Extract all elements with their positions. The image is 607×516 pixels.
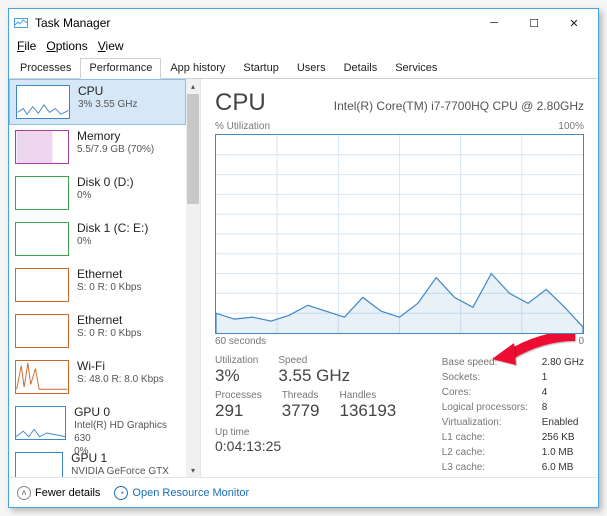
- cpu-model: Intel(R) Core(TM) i7-7700HQ CPU @ 2.80GH…: [334, 99, 584, 113]
- memory-thumb-icon: [15, 130, 69, 164]
- tab-performance[interactable]: Performance: [80, 58, 161, 79]
- app-icon: [13, 15, 29, 31]
- tab-services[interactable]: Services: [386, 58, 446, 79]
- wifi-thumb-icon: [15, 360, 69, 394]
- stat-threads: 3779: [282, 401, 320, 421]
- spec-l2: 1.0 MB: [542, 445, 574, 460]
- window-controls: ─ ☐ ✕: [474, 9, 594, 37]
- gpu-thumb-icon: [15, 406, 66, 440]
- task-manager-window: Task Manager ─ ☐ ✕ File Options View Pro…: [8, 8, 599, 508]
- sidebar-scrollbar[interactable]: ▴ ▾: [186, 79, 200, 477]
- sidebar-item-gpu0[interactable]: GPU 0Intel(R) HD Graphics 6300%: [9, 401, 186, 447]
- spec-cores: 4: [542, 385, 548, 400]
- spec-l3: 6.0 MB: [542, 460, 574, 475]
- tab-users[interactable]: Users: [288, 58, 335, 79]
- stat-processes: 291: [215, 401, 262, 421]
- sidebar-item-memory[interactable]: Memory5.5/7.9 GB (70%): [9, 125, 186, 171]
- chart-xlabel: 60 seconds: [215, 336, 266, 347]
- tab-startup[interactable]: Startup: [234, 58, 287, 79]
- main-panel: CPU Intel(R) Core(TM) i7-7700HQ CPU @ 2.…: [201, 79, 598, 477]
- page-title: CPU: [215, 89, 266, 117]
- spec-virtualization: Enabled: [542, 415, 579, 430]
- scroll-thumb[interactable]: [187, 94, 199, 204]
- window-title: Task Manager: [35, 16, 110, 30]
- chart-xmin: 0: [578, 336, 584, 347]
- sidebar-item-wifi[interactable]: Wi-FiS: 48.0 R: 8.0 Kbps: [9, 355, 186, 401]
- cpu-thumb-icon: [16, 85, 70, 119]
- tab-processes[interactable]: Processes: [11, 58, 80, 79]
- scroll-down-icon[interactable]: ▾: [186, 463, 200, 477]
- stat-handles: 136193: [340, 401, 397, 421]
- titlebar[interactable]: Task Manager ─ ☐ ✕: [9, 9, 598, 37]
- tab-apphistory[interactable]: App history: [161, 58, 234, 79]
- tabs: Processes Performance App history Startu…: [9, 57, 598, 79]
- sidebar-item-ethernet1[interactable]: EthernetS: 0 R: 0 Kbps: [9, 309, 186, 355]
- stat-uptime: 0:04:13:25: [215, 438, 396, 454]
- spec-l1: 256 KB: [542, 430, 575, 445]
- sidebar-item-ethernet0[interactable]: EthernetS: 0 R: 0 Kbps: [9, 263, 186, 309]
- stat-utilization: 3%: [215, 366, 258, 386]
- fewer-details-button[interactable]: ˄Fewer details: [17, 486, 100, 500]
- chevron-up-icon: ˄: [17, 486, 31, 500]
- open-resource-monitor-link[interactable]: ◔Open Resource Monitor: [114, 486, 249, 500]
- tab-details[interactable]: Details: [335, 58, 387, 79]
- disk-thumb-icon: [15, 222, 69, 256]
- scroll-up-icon[interactable]: ▴: [186, 79, 200, 93]
- menubar: File Options View: [9, 37, 598, 57]
- footer: ˄Fewer details ◔Open Resource Monitor: [9, 477, 598, 507]
- sidebar-item-disk1[interactable]: Disk 1 (C: E:)0%: [9, 217, 186, 263]
- sidebar: CPU3% 3.55 GHz Memory5.5/7.9 GB (70%) Di…: [9, 79, 201, 477]
- chart-ymax: 100%: [558, 121, 584, 132]
- close-button[interactable]: ✕: [554, 9, 594, 37]
- spec-logical-processors: 8: [542, 400, 548, 415]
- chart-ylabel: % Utilization: [215, 121, 270, 132]
- sidebar-item-cpu[interactable]: CPU3% 3.55 GHz: [9, 79, 186, 125]
- menu-options[interactable]: Options: [42, 37, 91, 57]
- menu-file[interactable]: File: [13, 37, 40, 57]
- content: CPU3% 3.55 GHz Memory5.5/7.9 GB (70%) Di…: [9, 79, 598, 477]
- sidebar-item-gpu1[interactable]: GPU 1NVIDIA GeForce GTX 10500%: [9, 447, 186, 477]
- sidebar-item-disk0[interactable]: Disk 0 (D:)0%: [9, 171, 186, 217]
- disk-thumb-icon: [15, 176, 69, 210]
- spec-base-speed: 2.80 GHz: [542, 355, 584, 370]
- ethernet-thumb-icon: [15, 268, 69, 302]
- menu-view[interactable]: View: [94, 37, 128, 57]
- maximize-button[interactable]: ☐: [514, 9, 554, 37]
- gpu-thumb-icon: [15, 452, 63, 477]
- spec-sockets: 1: [542, 370, 548, 385]
- stat-speed: 3.55 GHz: [278, 366, 350, 386]
- minimize-button[interactable]: ─: [474, 9, 514, 37]
- resource-monitor-icon: ◔: [114, 486, 128, 500]
- stats: Utilization3% Speed3.55 GHz Processes291…: [215, 355, 584, 475]
- cpu-chart[interactable]: [215, 134, 584, 334]
- ethernet-thumb-icon: [15, 314, 69, 348]
